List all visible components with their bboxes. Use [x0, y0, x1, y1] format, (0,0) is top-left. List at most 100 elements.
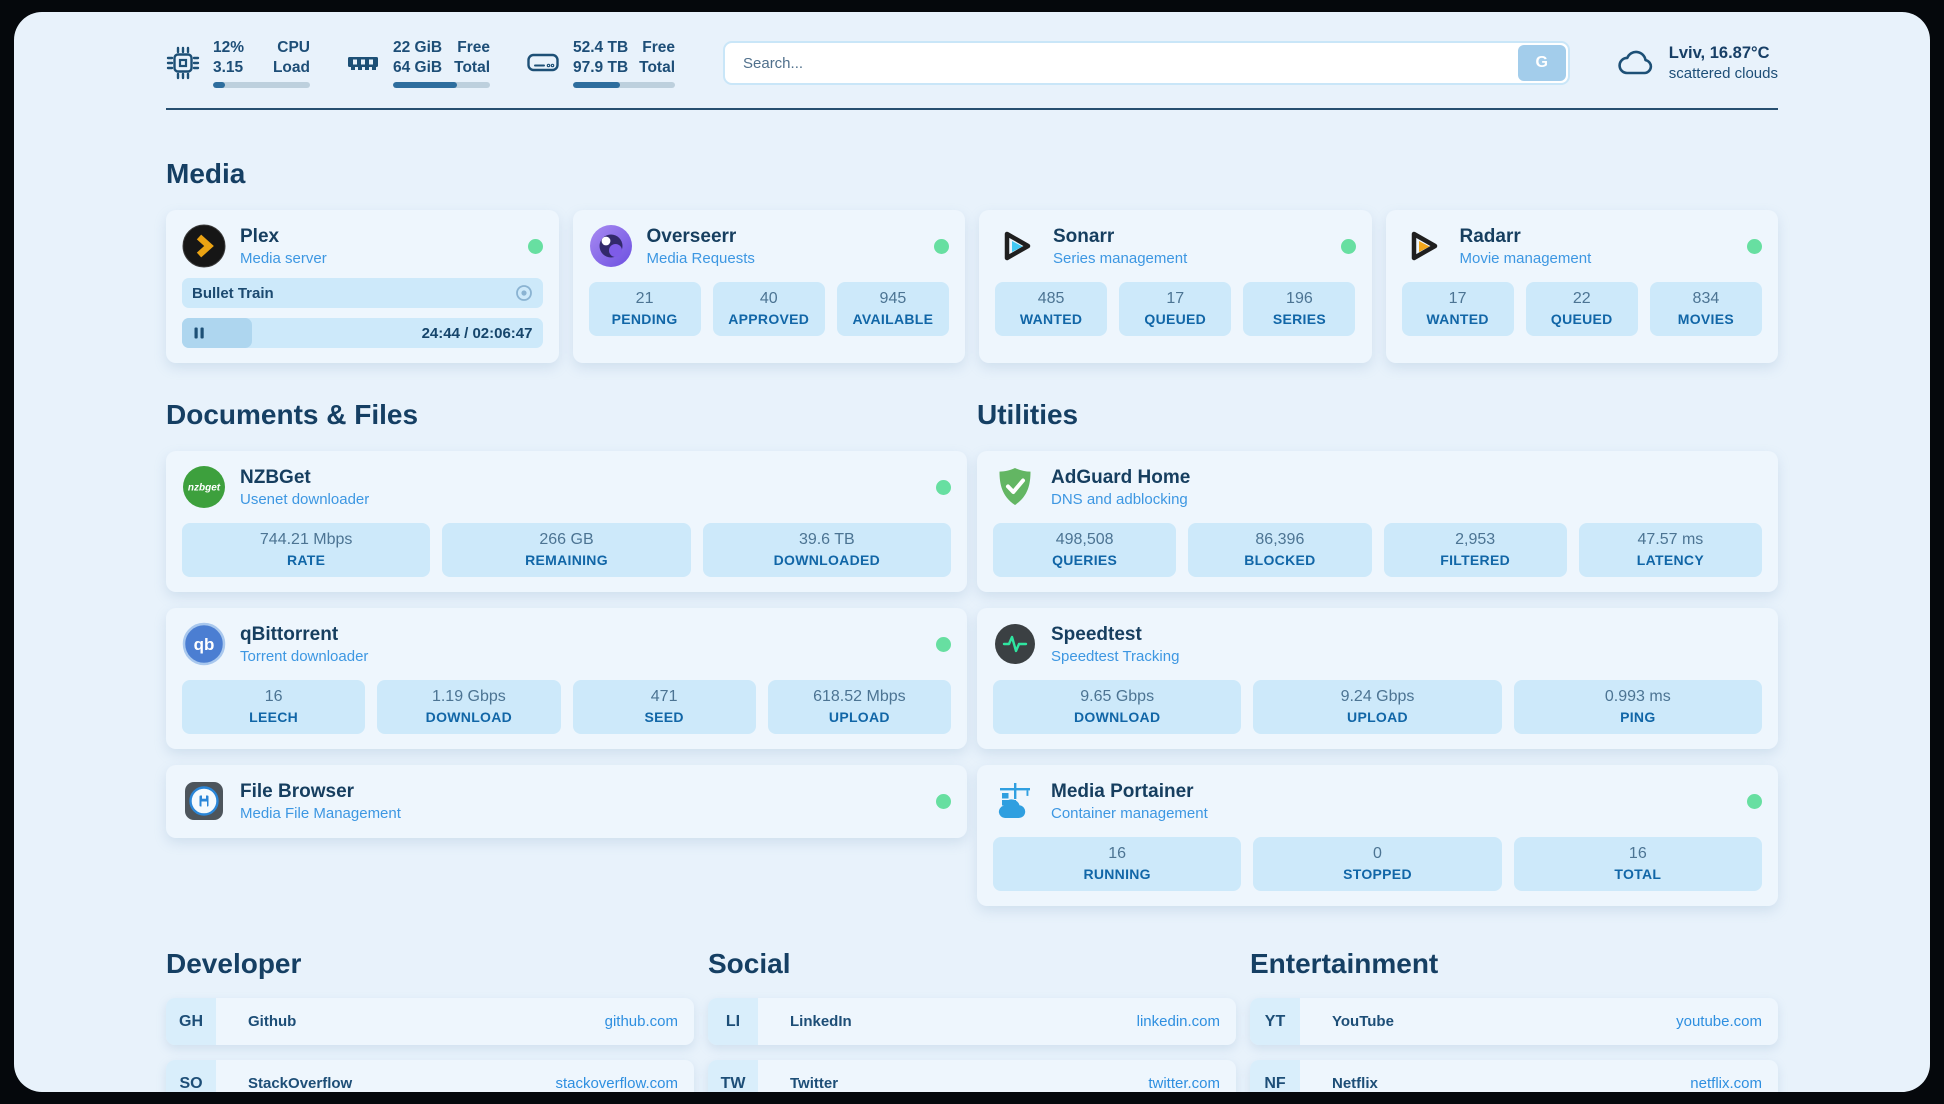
stat-box: 17 QUEUED — [1119, 282, 1231, 336]
stat-box: 16 TOTAL — [1514, 837, 1762, 891]
app-title: Overseerr — [647, 226, 921, 248]
cpu-load-value: 3.15 — [213, 58, 244, 78]
stat-box: 618.52 Mbps UPLOAD — [768, 680, 951, 734]
top-bar: 12% 3.15 CPU Load — [166, 38, 1778, 88]
stat-box: 9.24 Gbps UPLOAD — [1253, 680, 1501, 734]
app-title: File Browser — [240, 781, 922, 803]
radarr-icon — [1402, 224, 1446, 268]
portainer-card[interactable]: Media Portainer Container management 16 … — [977, 765, 1778, 906]
cpu-label-bottom: Load — [273, 58, 310, 78]
cloud-icon — [1616, 48, 1656, 78]
stat-box: 17 WANTED — [1402, 282, 1514, 336]
playback-time: 24:44 / 02:06:47 — [422, 325, 533, 342]
filebrowser-card[interactable]: File Browser Media File Management — [166, 765, 967, 838]
svg-text:nzbget: nzbget — [188, 483, 221, 494]
ram-icon — [346, 51, 380, 75]
link-youtube[interactable]: YT YouTube youtube.com — [1250, 998, 1778, 1045]
app-title: Radarr — [1460, 226, 1734, 248]
dashboard-panel: 12% 3.15 CPU Load — [14, 12, 1930, 1092]
memory-progress-fill — [393, 82, 457, 88]
pause-icon — [192, 326, 206, 340]
social-section: Social LI LinkedIn linkedin.com TW Twitt… — [708, 948, 1236, 1092]
plex-card[interactable]: Plex Media server Bullet Train — [166, 210, 559, 363]
app-title: Sonarr — [1053, 226, 1327, 248]
sonarr-card[interactable]: Sonarr Series management 485 WANTED 17 Q… — [979, 210, 1372, 363]
memory-stat: 22 GiB 64 GiB Free Total — [346, 38, 490, 88]
status-online-dot — [936, 794, 951, 809]
weather-widget: Lviv, 16.87°C scattered clouds — [1616, 44, 1778, 82]
filebrowser-icon — [182, 779, 226, 823]
stat-box: 16 LEECH — [182, 680, 365, 734]
speedtest-card[interactable]: Speedtest Speedtest Tracking 9.65 Gbps D… — [977, 608, 1778, 749]
stat-box: 22 QUEUED — [1526, 282, 1638, 336]
utilities-column: Utilities AdGuard Home DNS and a — [977, 399, 1778, 906]
qbittorrent-card[interactable]: qb qBittorrent Torrent downloader 16 LEE… — [166, 608, 967, 749]
plex-icon — [182, 224, 226, 268]
disk-free-value: 52.4 TB — [573, 38, 628, 58]
cpu-progress-bar — [213, 82, 310, 88]
stat-box: 498,508 QUERIES — [993, 523, 1176, 577]
stat-box: 21 PENDING — [589, 282, 701, 336]
link-badge: GH — [166, 998, 216, 1045]
search-engine-button[interactable]: G — [1518, 45, 1566, 81]
app-subtitle: DNS and adblocking — [1051, 491, 1762, 508]
memory-total-value: 64 GiB — [393, 58, 442, 78]
nzbget-card[interactable]: nzbget NZBGet Usenet downloader 744.21 M… — [166, 451, 967, 592]
overseerr-card[interactable]: Overseerr Media Requests 21 PENDING 40 A… — [573, 210, 966, 363]
stat-box: 47.57 ms LATENCY — [1579, 523, 1762, 577]
link-stackoverflow[interactable]: SO StackOverflow stackoverflow.com — [166, 1060, 694, 1092]
adguard-card[interactable]: AdGuard Home DNS and adblocking 498,508 … — [977, 451, 1778, 592]
link-linkedin[interactable]: LI LinkedIn linkedin.com — [708, 998, 1236, 1045]
app-subtitle: Speedtest Tracking — [1051, 648, 1762, 665]
developer-section: Developer GH Github github.com SO StackO… — [166, 948, 694, 1092]
stat-box: 9.65 Gbps DOWNLOAD — [993, 680, 1241, 734]
link-badge: LI — [708, 998, 758, 1045]
memory-label-top: Free — [454, 38, 490, 58]
disk-progress-fill — [573, 82, 620, 88]
app-title: Speedtest — [1051, 624, 1762, 646]
playback-progress-row: 24:44 / 02:06:47 — [182, 318, 543, 348]
memory-free-value: 22 GiB — [393, 38, 442, 58]
stat-box: 16 RUNNING — [993, 837, 1241, 891]
dashboard-window: 12% 3.15 CPU Load — [0, 0, 1944, 1104]
stat-box: 744.21 Mbps RATE — [182, 523, 430, 577]
app-title: NZBGet — [240, 467, 922, 489]
svg-text:qb: qb — [194, 635, 215, 654]
link-twitter[interactable]: TW Twitter twitter.com — [708, 1060, 1236, 1092]
cpu-chip-icon — [166, 46, 200, 80]
status-online-dot — [528, 239, 543, 254]
link-badge: YT — [1250, 998, 1300, 1045]
app-title: qBittorrent — [240, 624, 922, 646]
stat-box: 485 WANTED — [995, 282, 1107, 336]
overseerr-icon — [589, 224, 633, 268]
disk-label-bottom: Total — [639, 58, 675, 78]
app-subtitle: Media File Management — [240, 805, 922, 822]
disk-label-top: Free — [639, 38, 675, 58]
system-stats: 12% 3.15 CPU Load — [166, 38, 675, 88]
header-divider — [166, 108, 1778, 110]
speedtest-icon — [993, 622, 1037, 666]
app-subtitle: Container management — [1051, 805, 1733, 822]
section-title-social: Social — [708, 948, 1236, 980]
section-title-documents: Documents & Files — [166, 399, 967, 431]
stat-box: 834 MOVIES — [1650, 282, 1762, 336]
link-badge: SO — [166, 1060, 216, 1092]
radarr-card[interactable]: Radarr Movie management 17 WANTED 22 QUE… — [1386, 210, 1779, 363]
status-online-dot — [1747, 794, 1762, 809]
stat-box: 86,396 BLOCKED — [1188, 523, 1371, 577]
disk-progress-bar — [573, 82, 675, 88]
status-online-dot — [1747, 239, 1762, 254]
status-online-dot — [936, 480, 951, 495]
status-online-dot — [934, 239, 949, 254]
stat-box: 40 APPROVED — [713, 282, 825, 336]
search-input[interactable] — [723, 41, 1570, 85]
sonarr-icon — [995, 224, 1039, 268]
link-github[interactable]: GH Github github.com — [166, 998, 694, 1045]
search-bar: G — [723, 41, 1570, 85]
section-title-developer: Developer — [166, 948, 694, 980]
app-subtitle: Series management — [1053, 250, 1327, 267]
link-netflix[interactable]: NF Netflix netflix.com — [1250, 1060, 1778, 1092]
documents-column: Documents & Files nzbget NZBGet U — [166, 399, 967, 838]
memory-progress-bar — [393, 82, 490, 88]
weather-location: Lviv, 16.87°C — [1669, 44, 1778, 63]
